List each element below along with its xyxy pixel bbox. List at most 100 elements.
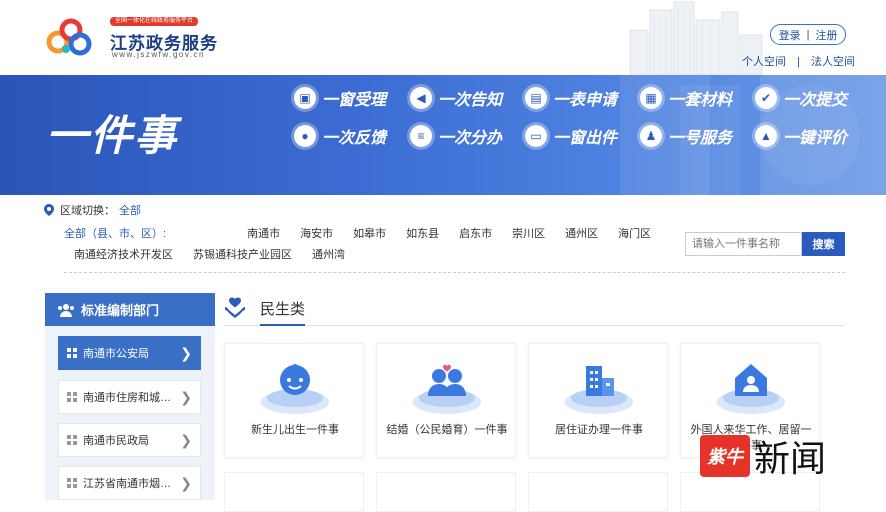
register-link[interactable]: 注册 [815, 27, 837, 43]
feature-label: 一窗出件 [553, 130, 618, 147]
feature-label: 一次分办 [438, 130, 503, 147]
category-title: 民生类 [260, 298, 306, 326]
grid-icon [67, 435, 77, 445]
service-card-label: 居住证办理一件事 [555, 424, 643, 436]
folder-icon: ▦ [640, 87, 662, 109]
divider [64, 272, 845, 273]
banner-title: 一件事 [46, 112, 179, 159]
people-icon [58, 303, 74, 317]
service-card-partial[interactable] [376, 472, 516, 512]
form-icon: ▤ [525, 87, 547, 109]
site-header: 全国一体化在线政务服务平台 江苏政务服务 www.jszwfw.gov.cn 登… [0, 0, 886, 75]
window-icon: ▣ [294, 87, 316, 109]
feature-one-submit[interactable]: ✔ 一次提交 [755, 86, 847, 110]
service-card-marriage[interactable]: 结婚（公民婚育）一件事 [376, 343, 516, 458]
care-hand-icon [225, 297, 245, 318]
auth-box: 登录 | 注册 [770, 24, 846, 45]
service-card-label: 结婚（公民婚育）一件事 [386, 424, 508, 436]
chevron-right-icon: ❯ [180, 344, 192, 361]
sidebar-item-label: 南通市民政局 [83, 435, 149, 447]
service-card-label: 新生儿出生一件事 [251, 424, 339, 436]
grid-icon [67, 392, 77, 402]
location-pin-icon [44, 204, 54, 216]
city-link[interactable]: 如东县 [406, 224, 439, 245]
jiangsu-logo-icon[interactable] [44, 16, 94, 58]
site-url: www.jszwfw.gov.cn [112, 50, 205, 59]
chat-icon: ● [294, 125, 316, 147]
sidebar-item-public-security[interactable]: 南通市公安局 ❯ [58, 336, 201, 370]
search-button[interactable]: 搜索 [802, 232, 845, 256]
city-link[interactable]: 启东市 [459, 224, 492, 245]
feature-one-number[interactable]: ♟ 一号服务 [640, 124, 732, 148]
feature-one-output[interactable]: ▭ 一窗出件 [525, 124, 617, 148]
sidebar-item-housing[interactable]: 南通市住房和城乡建设局 ❯ [58, 380, 201, 414]
personal-space-link[interactable]: 个人空间 [742, 56, 786, 68]
auth-separator: | [806, 28, 810, 41]
city-link[interactable]: 崇川区 [512, 224, 545, 245]
city-link[interactable]: 南通经济技术开发区 [74, 245, 173, 266]
baby-icon [261, 364, 329, 414]
feature-one-notice[interactable]: ◀ 一次告知 [410, 86, 502, 110]
feature-one-rating[interactable]: ▲ 一键评价 [755, 124, 847, 148]
feature-one-form[interactable]: ▤ 一表申请 [525, 86, 617, 110]
city-list: 全部（县、市、区）: 南通市 海安市 如皋市 如东县 启东市 崇川区 通州区 海门区南通经济技… [64, 224, 676, 266]
house-user-icon [717, 364, 785, 414]
feature-label: 一表申请 [553, 92, 618, 109]
megaphone-icon: ◀ [410, 87, 432, 109]
list-icon: ≡ [410, 125, 432, 147]
feature-label: 一次告知 [438, 92, 503, 109]
feature-one-material[interactable]: ▦ 一套材料 [640, 86, 732, 110]
region-switch: 区域切换： 全部 [44, 202, 141, 218]
user-badge-icon: ♟ [640, 125, 662, 147]
sidebar-item-tobacco[interactable]: 江苏省南通市烟草专卖局 ❯ [58, 466, 201, 500]
feature-label: 一号服务 [668, 130, 733, 147]
sidebar-header: 标准编制部门 [45, 293, 215, 326]
space-links: 个人空间 | 法人空间 [738, 53, 859, 69]
grid-icon [67, 478, 77, 488]
corporate-space-link[interactable]: 法人空间 [811, 56, 855, 68]
sidebar-list: 南通市公安局 ❯ 南通市住房和城乡建设局 ❯ 南通市民政局 ❯ 江苏省南通市烟草… [45, 326, 215, 500]
sidebar-item-label: 南通市公安局 [83, 348, 149, 360]
feature-label: 一键评价 [783, 130, 848, 147]
login-link[interactable]: 登录 [779, 27, 801, 43]
sidebar-item-civil-affairs[interactable]: 南通市民政局 ❯ [58, 423, 201, 457]
service-card-newborn[interactable]: 新生儿出生一件事 [224, 343, 364, 458]
news-watermark: 紫牛 新闻 [700, 430, 826, 482]
service-card-partial[interactable] [528, 472, 668, 512]
feature-label: 一窗受理 [322, 92, 387, 109]
city-link[interactable]: 南通市 [247, 224, 280, 245]
feature-one-feedback[interactable]: ● 一次反馈 [294, 124, 386, 148]
category-header: 民生类 [224, 293, 845, 326]
chevron-right-icon: ❯ [180, 431, 192, 448]
sidebar-item-label: 南通市住房和城乡建设局 [83, 392, 174, 404]
grid-icon [67, 348, 77, 358]
feature-label: 一次反馈 [322, 130, 387, 147]
region-label: 区域切换： [60, 205, 115, 217]
city-link[interactable]: 通州区 [565, 224, 598, 245]
all-regions-link[interactable]: 全部（县、市、区）: [64, 228, 166, 240]
city-link[interactable]: 海门区 [618, 224, 651, 245]
feature-one-window[interactable]: ▣ 一窗受理 [294, 86, 386, 110]
feature-label: 一次提交 [783, 92, 848, 109]
city-link[interactable]: 如皋市 [353, 224, 386, 245]
feature-label: 一套材料 [668, 92, 733, 109]
city-link[interactable]: 通州湾 [312, 245, 345, 266]
banner: 一件事 ▣ 一窗受理 ◀ 一次告知 ▤ 一表申请 ▦ 一套材料 ✔ 一次提交 ●… [0, 75, 886, 195]
chevron-right-icon: ❯ [180, 474, 192, 491]
service-card-partial[interactable] [224, 472, 364, 512]
couple-icon [413, 364, 481, 414]
service-card-residence-permit[interactable]: 居住证办理一件事 [528, 343, 668, 458]
printer-icon: ▭ [525, 125, 547, 147]
check-icon: ✔ [755, 87, 777, 109]
platform-badge: 全国一体化在线政务服务平台 [110, 17, 199, 26]
thumbs-up-icon: ▲ [755, 125, 777, 147]
chevron-right-icon: ❯ [180, 388, 192, 405]
region-current[interactable]: 全部 [119, 205, 141, 217]
city-link[interactable]: 苏锡通科技产业园区 [193, 245, 292, 266]
space-separator: | [797, 56, 800, 68]
feature-one-dispatch[interactable]: ≡ 一次分办 [410, 124, 502, 148]
city-link[interactable]: 海安市 [300, 224, 333, 245]
building-icon [565, 366, 633, 414]
search-input[interactable] [685, 232, 802, 256]
sidebar-title: 标准编制部门 [81, 303, 160, 318]
